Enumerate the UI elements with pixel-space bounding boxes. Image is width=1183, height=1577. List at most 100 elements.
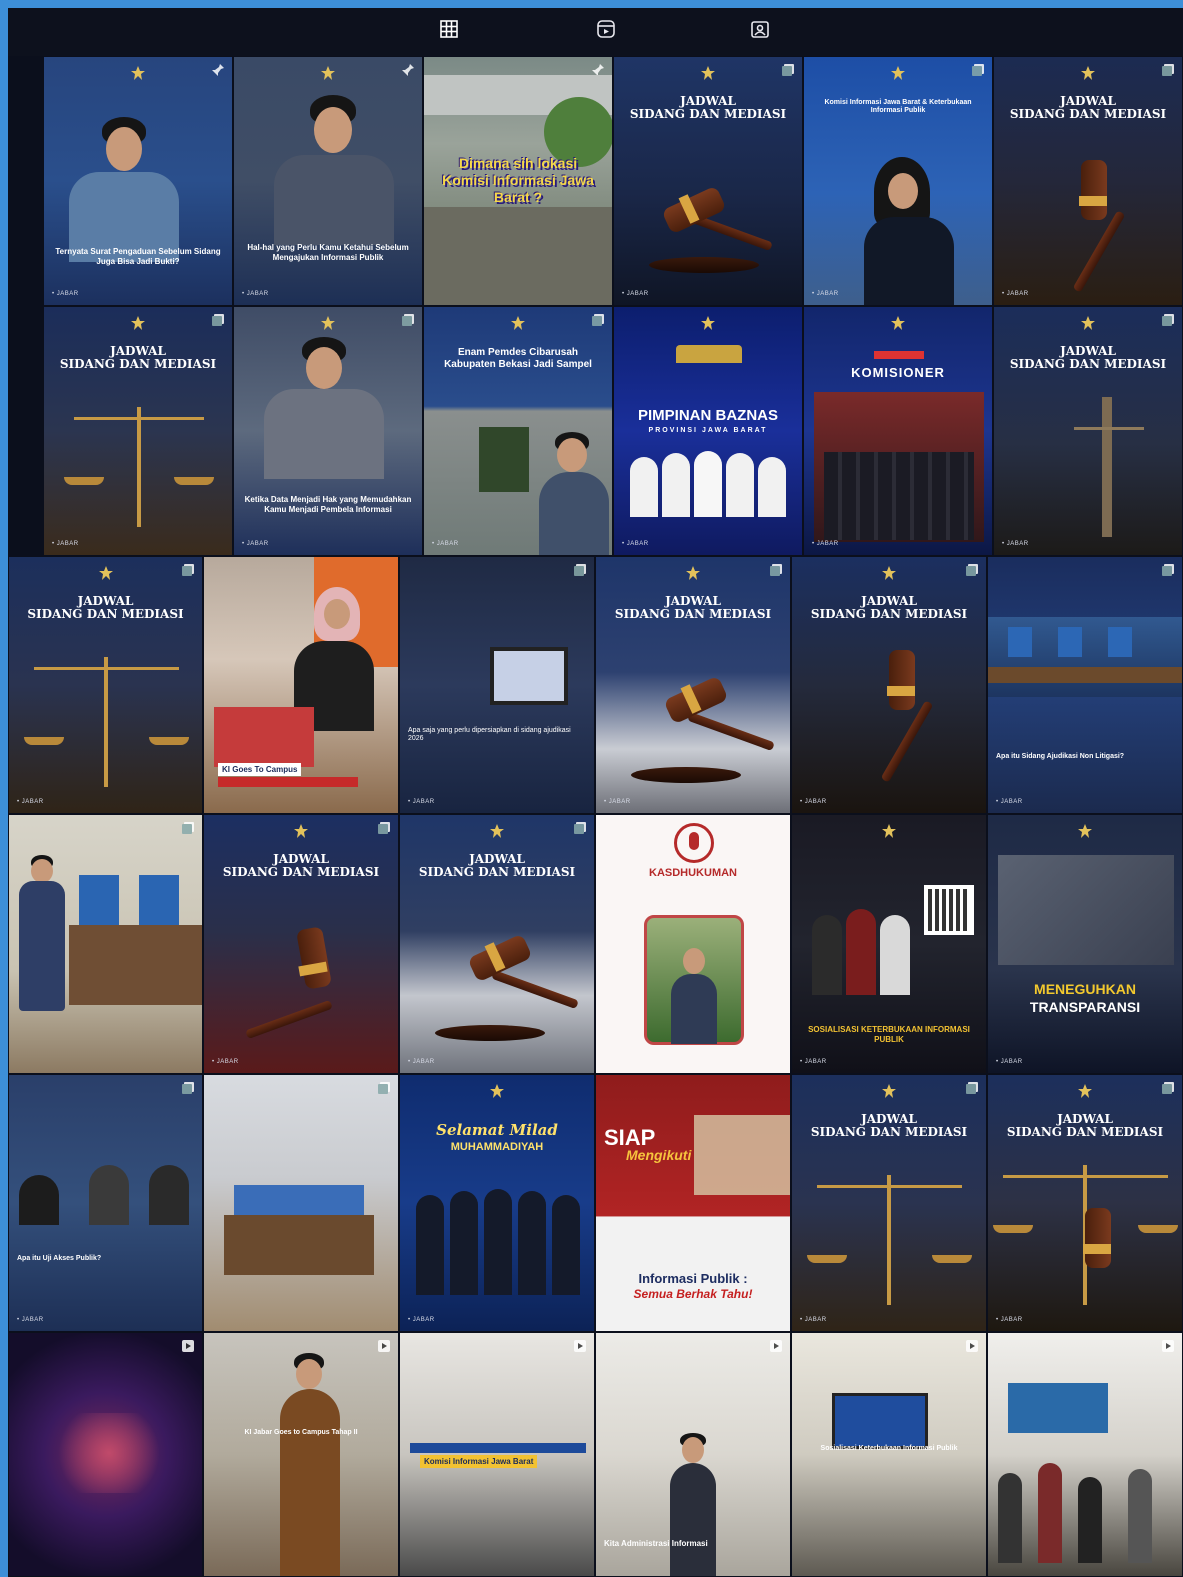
post-tile[interactable]: MENEGUHKAN TRANSPARANSI • JABAR — [987, 814, 1183, 1074]
schedule-heading: JADWAL SIDANG DAN MEDIASI — [1006, 1112, 1164, 1139]
tagged-tab[interactable] — [749, 18, 775, 44]
post-tile[interactable]: JADWAL SIDANG DAN MEDIASI • JABAR — [43, 306, 233, 556]
post-tile[interactable]: JADWAL SIDANG DAN MEDIASI • JABAR — [613, 56, 803, 306]
schedule-heading: JADWAL SIDANG DAN MEDIASI — [27, 594, 184, 621]
podcast-icon — [674, 823, 714, 863]
post-footer: • JABAR — [1002, 541, 1029, 547]
carousel-icon — [181, 1081, 195, 1095]
post-tile[interactable]: JADWAL SIDANG DAN MEDIASI • JABAR — [399, 814, 595, 1074]
post-title: MENEGUHKAN — [1034, 981, 1136, 997]
post-tile[interactable] — [8, 1332, 203, 1577]
post-footer: • JABAR — [17, 799, 44, 805]
post-caption: KI Jabar Goes to Campus Tahap II — [244, 1429, 358, 1436]
scales-image — [9, 657, 202, 797]
post-tile[interactable]: Apa itu Uji Akses Publik? • JABAR — [8, 1074, 203, 1332]
grid-icon — [438, 20, 460, 44]
group-photo — [812, 895, 922, 1015]
post-caption: Ketika Data Menjadi Hak yang Memudahkan … — [244, 495, 412, 514]
post-footer: • JABAR — [996, 1317, 1023, 1323]
carousel-icon — [401, 313, 415, 327]
carousel-icon — [181, 821, 195, 835]
post-footer: • JABAR — [17, 1317, 44, 1323]
post-tile[interactable]: Komisi Informasi Jawa Barat & Keterbukaa… — [803, 56, 993, 306]
post-footer: • JABAR — [996, 799, 1023, 805]
post-tile[interactable]: Selamat Milad MUHAMMADIYAH • JABAR — [399, 1074, 595, 1332]
post-caption: Hal-hal yang Perlu Kamu Ketahui Sebelum … — [247, 243, 409, 262]
post-tile[interactable]: Kita Administrasi Informasi — [595, 1332, 791, 1577]
post-tile[interactable] — [203, 1074, 399, 1332]
emblem-icon — [890, 65, 906, 81]
post-tile[interactable]: Dimana sih lokasi Komisi Informasi Jawa … — [423, 56, 613, 306]
qr-code — [924, 885, 974, 935]
post-tile[interactable]: JADWAL SIDANG DAN MEDIASI • JABAR — [993, 306, 1183, 556]
label-bar — [218, 777, 358, 787]
post-tile[interactable] — [8, 814, 203, 1074]
emblem-icon — [489, 1083, 505, 1099]
post-title: Selamat Milad — [436, 1121, 558, 1139]
post-footer: • JABAR — [812, 291, 839, 297]
post-tile[interactable]: KOMISIONER • JABAR — [803, 306, 993, 556]
emblem-icon — [1077, 1083, 1093, 1099]
post-title: PIMPINAN BAZNAS — [637, 407, 778, 424]
post-footer: • JABAR — [622, 291, 649, 297]
emblem-icon — [320, 315, 336, 331]
post-tile[interactable]: Enam Pemdes Cibarusah Kabupaten Bekasi J… — [423, 306, 613, 556]
post-caption: Komisi Informasi Jawa Barat — [420, 1455, 538, 1468]
ribbon — [874, 351, 924, 359]
schedule-heading: JADWAL SIDANG DAN MEDIASI — [614, 594, 772, 621]
post-tile[interactable]: Apa itu Sidang Ajudikasi Non Litigasi? •… — [987, 556, 1183, 814]
post-tile[interactable]: PIMPINAN BAZNAS PROVINSI JAWA BARAT • JA… — [613, 306, 803, 556]
post-tile[interactable]: Sosialisasi Keterbukaan Informasi Publik — [791, 1332, 987, 1577]
emblem-icon — [881, 823, 897, 839]
pin-icon — [211, 63, 225, 77]
emblem-icon — [1080, 315, 1096, 331]
post-tile[interactable]: JADWAL SIDANG DAN MEDIASI • JABAR — [791, 1074, 987, 1332]
post-tile[interactable] — [987, 1332, 1183, 1577]
grid-tab[interactable] — [438, 18, 464, 44]
schedule-heading: JADWAL SIDANG DAN MEDIASI — [629, 94, 787, 121]
post-subtitle: TRANSPARANSI — [1029, 999, 1141, 1015]
post-footer: • JABAR — [408, 799, 435, 805]
post-tile[interactable]: JADWAL SIDANG DAN MEDIASI • JABAR — [791, 556, 987, 814]
post-footer: • JABAR — [242, 291, 269, 297]
post-tile[interactable]: KI Goes To Campus — [203, 556, 399, 814]
post-caption: KI Goes To Campus — [218, 763, 302, 776]
emblem-icon — [489, 823, 505, 839]
post-tile[interactable]: Apa saja yang perlu dipersiapkan di sida… — [399, 556, 595, 814]
post-tile[interactable]: SIAP Mengikuti Informasi Publik : Semua … — [595, 1074, 791, 1332]
crown-decoration — [676, 345, 742, 363]
video-icon — [181, 1339, 195, 1353]
post-tile[interactable]: JADWAL SIDANG DAN MEDIASI • JABAR — [595, 556, 791, 814]
post-tile[interactable]: JADWAL SIDANG DAN MEDIASI • JABAR — [8, 556, 203, 814]
post-tile[interactable]: Komisi Informasi Jawa Barat — [399, 1332, 595, 1577]
post-caption: Apa itu Uji Akses Publik? — [17, 1255, 102, 1262]
post-tile[interactable]: JADWAL SIDANG DAN MEDIASI • JABAR — [987, 1074, 1183, 1332]
post-tile[interactable]: Ternyata Surat Pengaduan Sebelum Sidang … — [43, 56, 233, 306]
reels-tab[interactable] — [595, 18, 621, 44]
scales-image — [792, 1175, 986, 1315]
post-tile[interactable]: KASDHUKUMAN — [595, 814, 791, 1074]
post-tile[interactable]: Hal-hal yang Perlu Kamu Ketahui Sebelum … — [233, 56, 423, 306]
post-tile[interactable]: JADWAL SIDANG DAN MEDIASI • JABAR — [993, 56, 1183, 306]
post-footer: • JABAR — [212, 1059, 239, 1065]
carousel-icon — [965, 1081, 979, 1095]
emblem-icon — [700, 65, 716, 81]
post-footer: • JABAR — [52, 541, 79, 547]
post-subtitle: Mengikuti — [626, 1147, 692, 1163]
post-footer: • JABAR — [996, 1059, 1023, 1065]
schedule-heading: JADWAL SIDANG DAN MEDIASI — [418, 852, 576, 879]
post-tile[interactable]: Ketika Data Menjadi Hak yang Memudahkan … — [233, 306, 423, 556]
guest-photo — [644, 915, 744, 1045]
post-tile[interactable]: SOSIALISASI KETERBUKAAN INFORMASI PUBLIK… — [791, 814, 987, 1074]
post-tile[interactable]: JADWAL SIDANG DAN MEDIASI • JABAR — [203, 814, 399, 1074]
profile-grid-page: Ternyata Surat Pengaduan Sebelum Sidang … — [8, 8, 1183, 1577]
tagged-icon — [749, 21, 771, 44]
post-tile[interactable]: KI Jabar Goes to Campus Tahap II — [203, 1332, 399, 1577]
carousel-icon — [1161, 313, 1175, 327]
group-photo — [630, 447, 790, 517]
pin-icon — [401, 63, 415, 77]
emblem-icon — [700, 315, 716, 331]
post-title: KASDHUKUMAN — [649, 867, 737, 879]
post-footer: • JABAR — [800, 1317, 827, 1323]
video-icon — [1161, 1339, 1175, 1353]
